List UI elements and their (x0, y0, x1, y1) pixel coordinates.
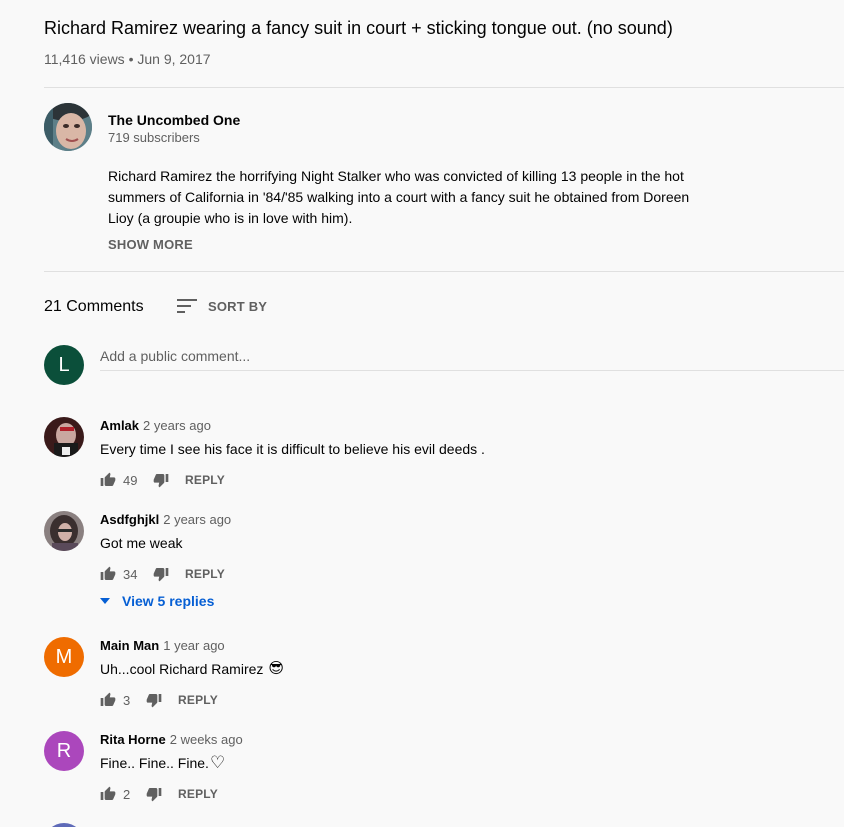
like-count: 2 (123, 786, 131, 802)
subscriber-count: 719 subscribers (108, 130, 200, 145)
like-count: 34 (123, 566, 138, 582)
commenter-avatar-image (44, 511, 84, 551)
comment-header: Amlak 2 years ago (100, 418, 211, 434)
like-count: 49 (123, 472, 138, 488)
like-icon[interactable] (100, 692, 116, 708)
channel-name[interactable]: The Uncombed One (108, 112, 240, 128)
reply-button[interactable]: REPLY (178, 693, 218, 707)
comment-text: Fine.. Fine.. Fine. (100, 755, 209, 771)
video-title: Richard Ramirez wearing a fancy suit in … (44, 18, 673, 38)
comment-header: Rita Horne 2 weeks ago (100, 732, 243, 748)
video-description: Richard Ramirez the horrifying Night Sta… (108, 168, 690, 226)
comment-time[interactable]: 2 years ago (163, 512, 231, 527)
comment-author[interactable]: Main Man (100, 638, 159, 653)
comment-author[interactable]: Amlak (100, 418, 139, 433)
sort-by-label: SORT BY (208, 298, 268, 314)
like-icon[interactable] (100, 472, 116, 488)
like-icon[interactable] (100, 566, 116, 582)
user-avatar[interactable]: L (44, 345, 84, 385)
add-comment-input[interactable] (100, 345, 844, 367)
commenter-avatar[interactable]: R (44, 731, 84, 771)
video-page: Richard Ramirez wearing a fancy suit in … (44, 0, 844, 827)
commenter-avatar[interactable] (44, 511, 84, 551)
comment-time[interactable]: 2 years ago (143, 418, 211, 433)
channel-avatar-image (44, 103, 92, 151)
comment-time[interactable]: 2 weeks ago (170, 732, 243, 747)
dislike-icon[interactable] (153, 566, 169, 582)
divider (44, 87, 844, 88)
comment-actions: 3 REPLY (100, 691, 218, 709)
comment-actions: 34 REPLY (100, 565, 225, 583)
comment-header: Main Man 1 year ago (100, 638, 225, 654)
view-replies-label: View 5 replies (122, 593, 215, 609)
commenter-avatar-image (44, 417, 84, 457)
sunglasses-emoji-icon: 😎 (268, 660, 285, 677)
like-count: 3 (123, 692, 131, 708)
commenter-avatar[interactable] (44, 417, 84, 457)
comment-actions: 49 REPLY (100, 471, 225, 489)
dislike-icon[interactable] (146, 692, 162, 708)
video-meta: 11,416 views • Jun 9, 2017 (44, 51, 211, 67)
show-more-button[interactable]: SHOW MORE (108, 237, 193, 252)
like-icon[interactable] (100, 786, 116, 802)
comment-text-row: Fine.. Fine.. Fine. ♡ (100, 753, 225, 773)
sort-icon (177, 299, 197, 313)
commenter-avatar[interactable] (44, 823, 84, 827)
reply-button[interactable]: REPLY (185, 473, 225, 487)
comment-author[interactable]: Rita Horne (100, 732, 166, 747)
reply-button[interactable]: REPLY (178, 787, 218, 801)
comment-time[interactable]: 1 year ago (163, 638, 224, 653)
comment-actions: 2 REPLY (100, 785, 218, 803)
divider (44, 271, 844, 272)
comment-author[interactable]: Asdfghjkl (100, 512, 159, 527)
reply-button[interactable]: REPLY (185, 567, 225, 581)
comment-text: Uh...cool Richard Ramirez (100, 661, 264, 677)
comment-text: Got me weak (100, 535, 183, 551)
sort-by-button[interactable]: SORT BY (177, 296, 267, 316)
comments-count: 21 Comments (44, 298, 144, 315)
comment-text-row: Uh...cool Richard Ramirez 😎 (100, 659, 284, 679)
caret-down-icon (100, 598, 110, 604)
view-replies-button[interactable]: View 5 replies (100, 593, 214, 609)
channel-avatar[interactable] (44, 103, 92, 151)
heart-emoji-icon: ♡ (209, 753, 226, 772)
comment-box[interactable] (100, 345, 844, 371)
comment-header: Asdfghjkl 2 years ago (100, 512, 231, 528)
commenter-avatar[interactable]: M (44, 637, 84, 677)
dislike-icon[interactable] (153, 472, 169, 488)
comment-text: Every time I see his face it is difficul… (100, 441, 485, 457)
dislike-icon[interactable] (146, 786, 162, 802)
